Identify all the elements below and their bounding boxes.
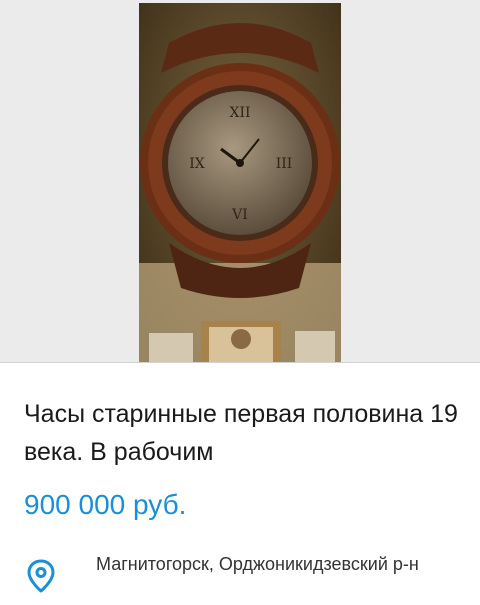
svg-text:III: III	[276, 156, 293, 172]
location-text: Магнитогорск, Орджоникидзевский р-н	[96, 554, 419, 574]
listing-photo[interactable]: XII III VI IX	[139, 3, 341, 362]
svg-text:IX: IX	[189, 156, 205, 172]
svg-text:XII: XII	[229, 105, 250, 121]
listing-price: 900 000 руб.	[24, 489, 187, 520]
svg-text:VI: VI	[231, 207, 248, 223]
listing-title: Часы старинные первая половина 19 века. …	[24, 400, 458, 466]
location-row[interactable]: Магнитогорск, Орджоникидзевский р-н	[0, 551, 480, 601]
location-pin-icon	[26, 559, 56, 593]
photo-gallery[interactable]: XII III VI IX	[0, 0, 480, 363]
